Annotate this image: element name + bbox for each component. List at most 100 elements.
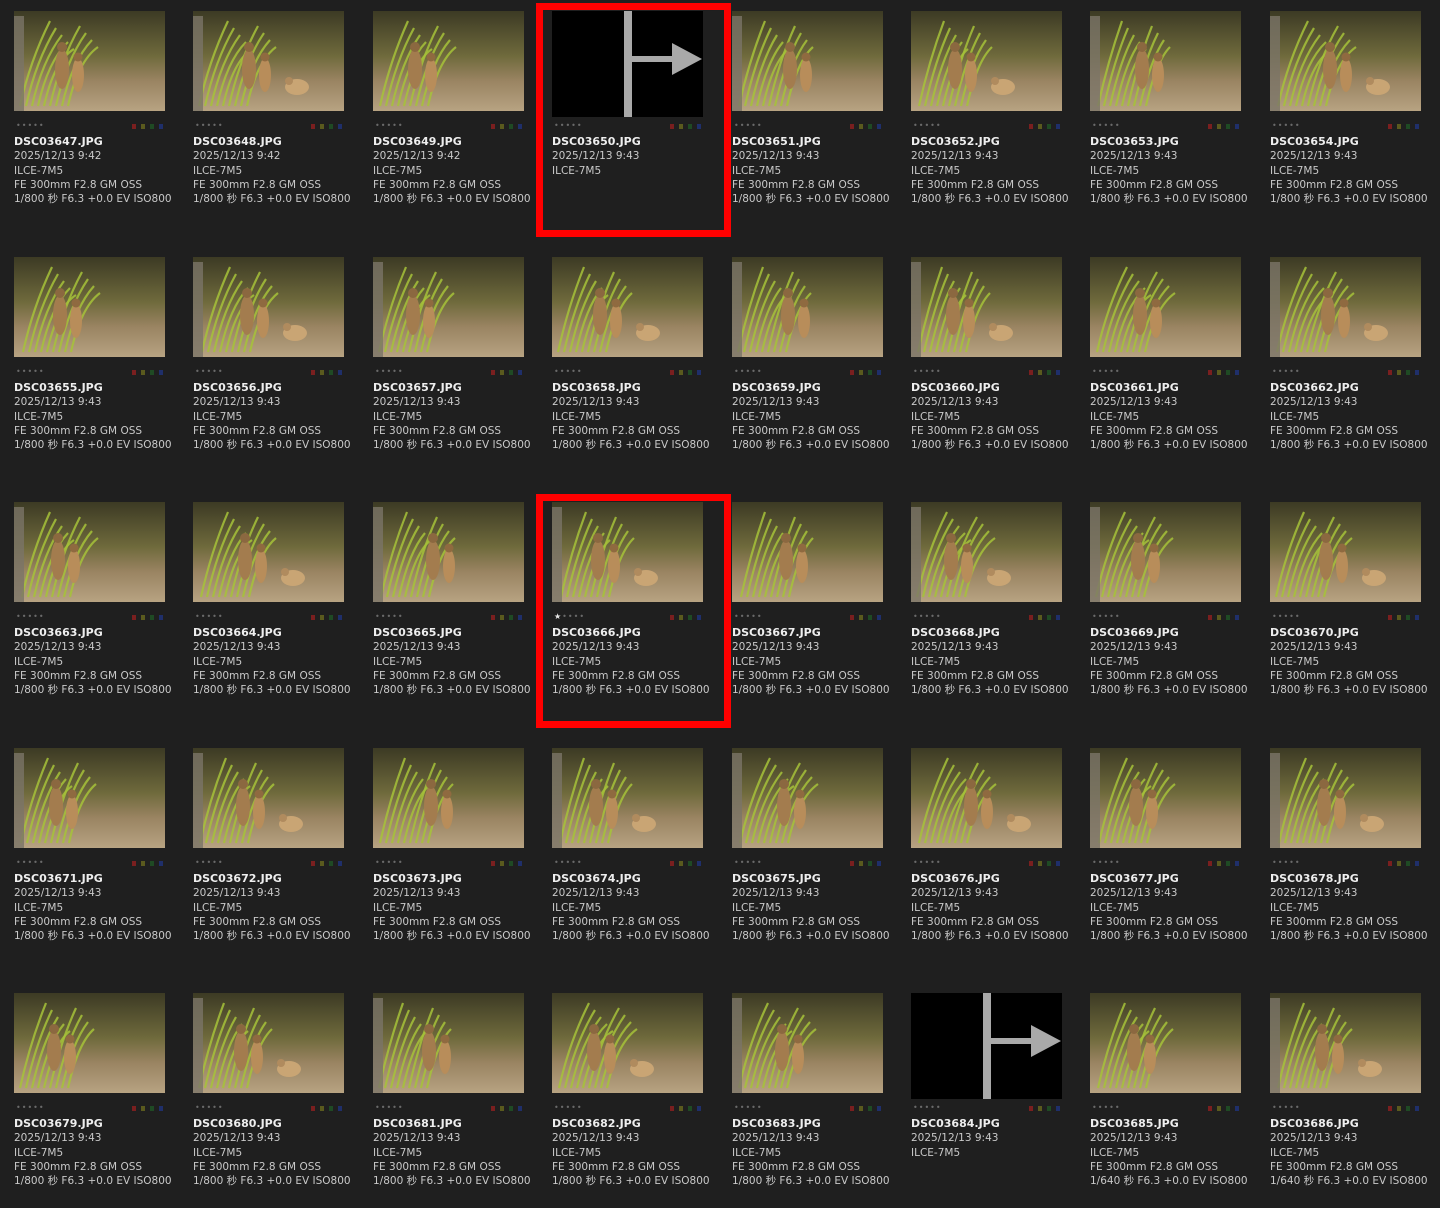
star-rating[interactable]: ••••• — [734, 367, 763, 377]
color-label-swatch[interactable] — [311, 370, 315, 375]
color-label-swatch[interactable] — [141, 124, 145, 129]
thumbnail-cell[interactable]: ••••• DSC03665.JPG 2025/12/13 9:43 ILCE-7M5… — [373, 502, 533, 717]
color-labels[interactable] — [1029, 370, 1060, 376]
thumbnail-cell[interactable]: ••••• DSC03674.JPG 2025/12/13 9:43 ILCE-7M5… — [552, 748, 712, 963]
color-label-swatch[interactable] — [670, 1106, 674, 1111]
thumbnail-image[interactable] — [732, 502, 883, 602]
color-label-swatch[interactable] — [1388, 1106, 1392, 1111]
color-labels[interactable] — [491, 1106, 522, 1112]
color-label-swatch[interactable] — [1406, 124, 1410, 129]
color-labels[interactable] — [670, 615, 701, 621]
thumbnail-image[interactable] — [193, 11, 344, 111]
thumbnail-image[interactable] — [14, 748, 165, 848]
thumbnail-cell[interactable]: ••••• DSC03658.JPG 2025/12/13 9:43 ILCE-7M5… — [552, 257, 712, 472]
thumbnail-image[interactable] — [193, 502, 344, 602]
thumbnail-cell[interactable]: ••••• DSC03664.JPG 2025/12/13 9:43 ILCE-7M5… — [193, 502, 353, 717]
color-label-swatch[interactable] — [320, 370, 324, 375]
color-label-swatch[interactable] — [141, 615, 145, 620]
color-label-swatch[interactable] — [132, 370, 136, 375]
color-labels[interactable] — [850, 861, 881, 867]
thumbnail-image[interactable] — [732, 748, 883, 848]
color-label-swatch[interactable] — [491, 370, 495, 375]
color-label-swatch[interactable] — [329, 615, 333, 620]
color-label-swatch[interactable] — [141, 370, 145, 375]
color-label-swatch[interactable] — [329, 370, 333, 375]
star-rating[interactable]: ••••• — [734, 121, 763, 131]
color-labels[interactable] — [670, 861, 701, 867]
color-label-swatch[interactable] — [311, 1106, 315, 1111]
thumbnail-cell[interactable]: ••••• DSC03649.JPG 2025/12/13 9:42 ILCE-7M5… — [373, 11, 533, 226]
thumbnail-cell[interactable]: ••••• DSC03668.JPG 2025/12/13 9:43 ILCE-7M5… — [911, 502, 1071, 717]
thumbnail-cell[interactable]: ••••• DSC03662.JPG 2025/12/13 9:43 ILCE-7M5… — [1270, 257, 1430, 472]
thumbnail-image[interactable] — [1090, 257, 1241, 357]
thumbnail-cell[interactable]: ••••• DSC03648.JPG 2025/12/13 9:42 ILCE-7M5… — [193, 11, 353, 226]
thumbnail-cell[interactable]: ••••• DSC03660.JPG 2025/12/13 9:43 ILCE-7M5… — [911, 257, 1071, 472]
color-label-swatch[interactable] — [500, 124, 504, 129]
star-rating[interactable]: ••••• — [1092, 121, 1121, 131]
color-labels[interactable] — [670, 124, 701, 130]
color-label-swatch[interactable] — [679, 1106, 683, 1111]
thumbnail-image[interactable] — [193, 993, 344, 1093]
color-label-swatch[interactable] — [1415, 124, 1419, 129]
thumbnail-cell[interactable]: ••••• DSC03657.JPG 2025/12/13 9:43 ILCE-7M5… — [373, 257, 533, 472]
thumbnail-image[interactable] — [1090, 502, 1241, 602]
thumbnail-image[interactable] — [552, 993, 703, 1093]
color-label-swatch[interactable] — [329, 861, 333, 866]
color-label-swatch[interactable] — [859, 1106, 863, 1111]
color-label-swatch[interactable] — [338, 861, 342, 866]
thumbnail-image[interactable] — [1270, 748, 1421, 848]
color-label-swatch[interactable] — [1056, 370, 1060, 375]
thumbnail-cell[interactable]: ••••• DSC03653.JPG 2025/12/13 9:43 ILCE-7M5… — [1090, 11, 1250, 226]
color-label-swatch[interactable] — [150, 615, 154, 620]
thumbnail-cell[interactable]: ••••• DSC03656.JPG 2025/12/13 9:43 ILCE-7M5… — [193, 257, 353, 472]
color-labels[interactable] — [132, 1106, 163, 1112]
color-label-swatch[interactable] — [697, 124, 701, 129]
color-labels[interactable] — [1388, 1106, 1419, 1112]
thumbnail-image[interactable] — [552, 502, 703, 602]
color-label-swatch[interactable] — [1047, 1106, 1051, 1111]
color-label-swatch[interactable] — [1406, 615, 1410, 620]
color-label-swatch[interactable] — [1397, 370, 1401, 375]
color-label-swatch[interactable] — [320, 124, 324, 129]
color-label-swatch[interactable] — [1406, 861, 1410, 866]
star-rating[interactable]: ★•••• — [554, 612, 585, 622]
color-label-swatch[interactable] — [141, 861, 145, 866]
thumbnail-cell[interactable]: ••••• DSC03672.JPG 2025/12/13 9:43 ILCE-7M5… — [193, 748, 353, 963]
color-labels[interactable] — [1208, 124, 1239, 130]
color-label-swatch[interactable] — [850, 861, 854, 866]
thumbnail-cell[interactable]: ••••• DSC03647.JPG 2025/12/13 9:42 ILCE-7M5… — [14, 11, 174, 226]
thumbnail-image[interactable] — [1270, 257, 1421, 357]
star-rating[interactable]: ••••• — [16, 612, 45, 622]
color-label-swatch[interactable] — [1047, 615, 1051, 620]
color-label-swatch[interactable] — [1047, 861, 1051, 866]
color-label-swatch[interactable] — [338, 124, 342, 129]
star-rating[interactable]: ••••• — [1092, 367, 1121, 377]
color-label-swatch[interactable] — [1388, 861, 1392, 866]
thumbnail-image[interactable] — [14, 257, 165, 357]
color-label-swatch[interactable] — [1397, 615, 1401, 620]
thumbnail-cell[interactable]: ••••• DSC03670.JPG 2025/12/13 9:43 ILCE-7M5… — [1270, 502, 1430, 717]
color-label-swatch[interactable] — [877, 861, 881, 866]
color-label-swatch[interactable] — [509, 370, 513, 375]
color-label-swatch[interactable] — [159, 1106, 163, 1111]
star-rating[interactable]: ••••• — [734, 612, 763, 622]
color-label-swatch[interactable] — [1235, 370, 1239, 375]
color-label-swatch[interactable] — [1029, 1106, 1033, 1111]
color-label-swatch[interactable] — [518, 370, 522, 375]
color-label-swatch[interactable] — [1226, 370, 1230, 375]
color-labels[interactable] — [1208, 1106, 1239, 1112]
thumbnail-cell[interactable]: ••••• DSC03676.JPG 2025/12/13 9:43 ILCE-7M5… — [911, 748, 1071, 963]
color-labels[interactable] — [1388, 615, 1419, 621]
color-label-swatch[interactable] — [338, 1106, 342, 1111]
color-label-swatch[interactable] — [500, 861, 504, 866]
thumbnail-image[interactable] — [732, 993, 883, 1093]
color-label-swatch[interactable] — [150, 370, 154, 375]
color-labels[interactable] — [850, 1106, 881, 1112]
color-label-swatch[interactable] — [1415, 1106, 1419, 1111]
thumbnail-image[interactable] — [1090, 11, 1241, 111]
color-label-swatch[interactable] — [868, 370, 872, 375]
split-marker-arrow-icon[interactable] — [552, 11, 703, 117]
color-label-swatch[interactable] — [868, 615, 872, 620]
color-label-swatch[interactable] — [518, 615, 522, 620]
color-label-swatch[interactable] — [491, 124, 495, 129]
